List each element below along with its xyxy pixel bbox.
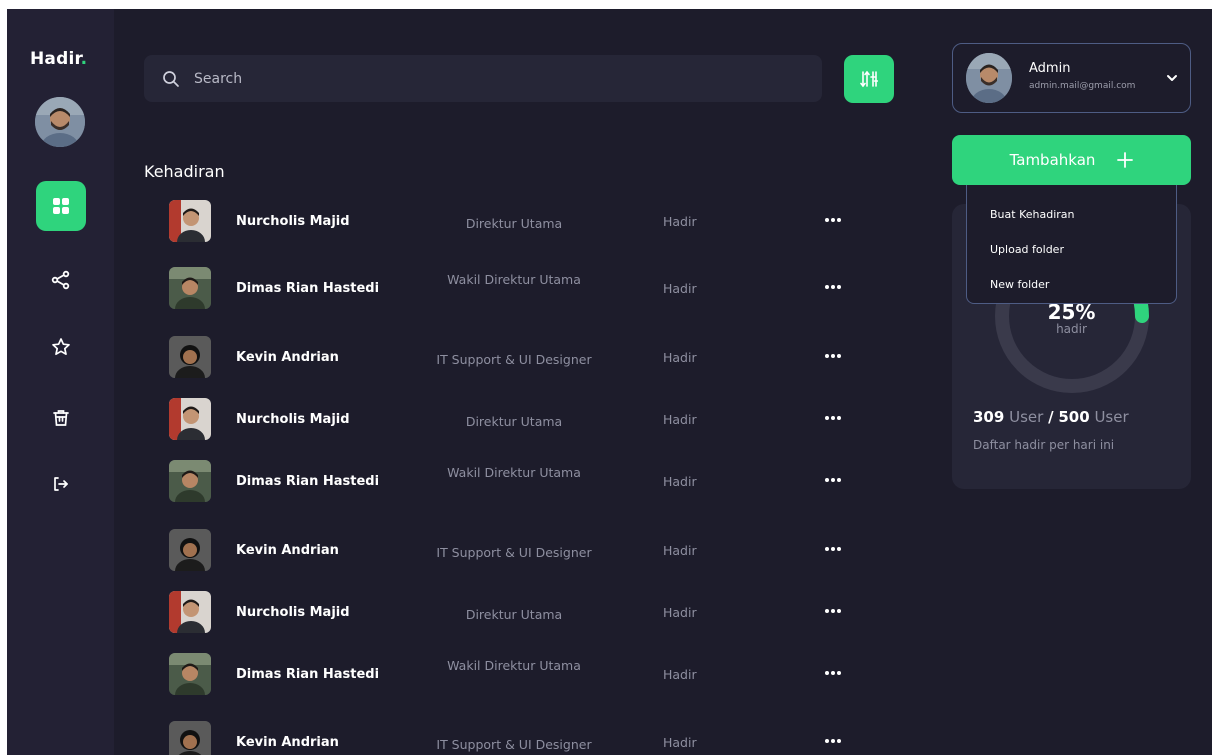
row-name: Kevin Andrian bbox=[236, 543, 339, 558]
brand-logo[interactable]: Hadir. bbox=[30, 49, 87, 69]
row-status: Hadir bbox=[663, 543, 697, 558]
row-avatar bbox=[169, 336, 211, 378]
add-dropdown-menu: Buat Kehadiran Upload folder New folder bbox=[966, 181, 1177, 304]
nav-share[interactable] bbox=[36, 255, 86, 305]
more-icon[interactable] bbox=[821, 661, 845, 685]
more-icon[interactable] bbox=[821, 406, 845, 430]
table-row[interactable]: Dimas Rian Hastedi Wakil Direktur Utama … bbox=[169, 458, 889, 506]
row-avatar bbox=[169, 721, 211, 755]
sidebar: Hadir. bbox=[7, 9, 114, 755]
table-row[interactable]: Dimas Rian Hastedi Wakil Direktur Utama … bbox=[169, 651, 889, 699]
row-name: Nurcholis Majid bbox=[236, 605, 350, 620]
add-button-label: Tambahkan bbox=[1009, 151, 1096, 169]
sidebar-avatar[interactable] bbox=[35, 97, 85, 147]
row-status: Hadir bbox=[663, 350, 697, 365]
row-status: Hadir bbox=[663, 474, 697, 489]
row-avatar bbox=[169, 200, 211, 242]
row-role: IT Support & UI Designer bbox=[436, 737, 592, 752]
nav-favorites[interactable] bbox=[36, 322, 86, 372]
chevron-down-icon[interactable] bbox=[1166, 72, 1178, 84]
row-status: Hadir bbox=[663, 214, 697, 229]
row-role: Direktur Utama bbox=[465, 216, 563, 231]
row-avatar bbox=[169, 529, 211, 571]
user-avatar bbox=[966, 53, 1012, 103]
row-status: Hadir bbox=[663, 281, 697, 296]
search-bar bbox=[144, 55, 822, 102]
table-row[interactable]: Nurcholis Majid Direktur Utama Hadir bbox=[169, 396, 889, 444]
more-icon[interactable] bbox=[821, 537, 845, 561]
table-row[interactable]: Nurcholis Majid Direktur Utama Hadir bbox=[169, 589, 889, 637]
more-icon[interactable] bbox=[821, 468, 845, 492]
row-name: Nurcholis Majid bbox=[236, 412, 350, 427]
dashboard-icon bbox=[53, 198, 69, 214]
row-status: Hadir bbox=[663, 412, 697, 427]
stat-count: 309 User / 500 User bbox=[973, 408, 1129, 426]
menu-item-buat-kehadiran[interactable]: Buat Kehadiran bbox=[990, 208, 1075, 221]
table-row[interactable]: Kevin Andrian IT Support & UI Designer H… bbox=[169, 719, 889, 755]
filter-icon bbox=[860, 70, 878, 88]
row-name: Dimas Rian Hastedi bbox=[236, 281, 380, 296]
row-avatar bbox=[169, 591, 211, 633]
star-icon bbox=[52, 338, 70, 356]
stat-caption: Daftar hadir per hari ini bbox=[973, 438, 1115, 452]
share-icon bbox=[51, 270, 70, 290]
row-name: Kevin Andrian bbox=[236, 735, 339, 750]
more-icon[interactable] bbox=[821, 344, 845, 368]
more-icon[interactable] bbox=[821, 729, 845, 753]
trash-icon bbox=[53, 410, 69, 426]
row-avatar bbox=[169, 460, 211, 502]
table-row[interactable]: Kevin Andrian IT Support & UI Designer H… bbox=[169, 334, 889, 382]
search-icon bbox=[163, 70, 179, 87]
row-status: Hadir bbox=[663, 667, 697, 682]
search-input[interactable] bbox=[194, 70, 754, 87]
row-role: IT Support & UI Designer bbox=[436, 352, 592, 367]
add-button[interactable]: Tambahkan bbox=[952, 135, 1191, 185]
row-role: Wakil Direktur Utama bbox=[447, 465, 581, 480]
row-avatar bbox=[169, 398, 211, 440]
row-name: Kevin Andrian bbox=[236, 350, 339, 365]
row-name: Dimas Rian Hastedi bbox=[236, 667, 380, 682]
plus-icon bbox=[1117, 152, 1134, 168]
app-window: Hadir. Search Kehadiran Nurcholis Majid … bbox=[7, 9, 1212, 755]
row-name: Nurcholis Majid bbox=[236, 214, 350, 229]
user-menu[interactable]: Admin admin.mail@gmail.com bbox=[952, 43, 1191, 113]
row-role: Direktur Utama bbox=[465, 414, 563, 429]
stat-label: hadir bbox=[1056, 322, 1087, 336]
row-role: IT Support & UI Designer bbox=[436, 545, 592, 560]
row-role: Wakil Direktur Utama bbox=[447, 658, 581, 673]
more-icon[interactable] bbox=[821, 208, 845, 232]
table-row[interactable]: Dimas Rian Hastedi Wakil Direktur Utama … bbox=[169, 265, 889, 313]
section-title: Kehadiran bbox=[144, 162, 225, 181]
table-row[interactable]: Nurcholis Majid Direktur Utama Hadir bbox=[169, 198, 889, 246]
more-icon[interactable] bbox=[821, 599, 845, 623]
row-role: Wakil Direktur Utama bbox=[447, 272, 581, 287]
filter-button[interactable] bbox=[844, 55, 894, 103]
row-status: Hadir bbox=[663, 605, 697, 620]
logout-icon bbox=[54, 477, 68, 491]
nav-trash[interactable] bbox=[36, 393, 86, 443]
menu-item-new-folder[interactable]: New folder bbox=[990, 278, 1049, 291]
nav-dashboard[interactable] bbox=[36, 181, 86, 231]
more-icon[interactable] bbox=[821, 275, 845, 299]
row-status: Hadir bbox=[663, 735, 697, 750]
nav-logout[interactable] bbox=[36, 459, 86, 509]
menu-item-upload-folder[interactable]: Upload folder bbox=[990, 243, 1064, 256]
table-row[interactable]: Kevin Andrian IT Support & UI Designer H… bbox=[169, 527, 889, 575]
row-name: Dimas Rian Hastedi bbox=[236, 474, 380, 489]
row-role: Direktur Utama bbox=[465, 607, 563, 622]
user-email: admin.mail@gmail.com bbox=[1029, 81, 1136, 91]
row-avatar bbox=[169, 267, 211, 309]
row-avatar bbox=[169, 653, 211, 695]
user-name: Admin bbox=[1029, 61, 1071, 76]
